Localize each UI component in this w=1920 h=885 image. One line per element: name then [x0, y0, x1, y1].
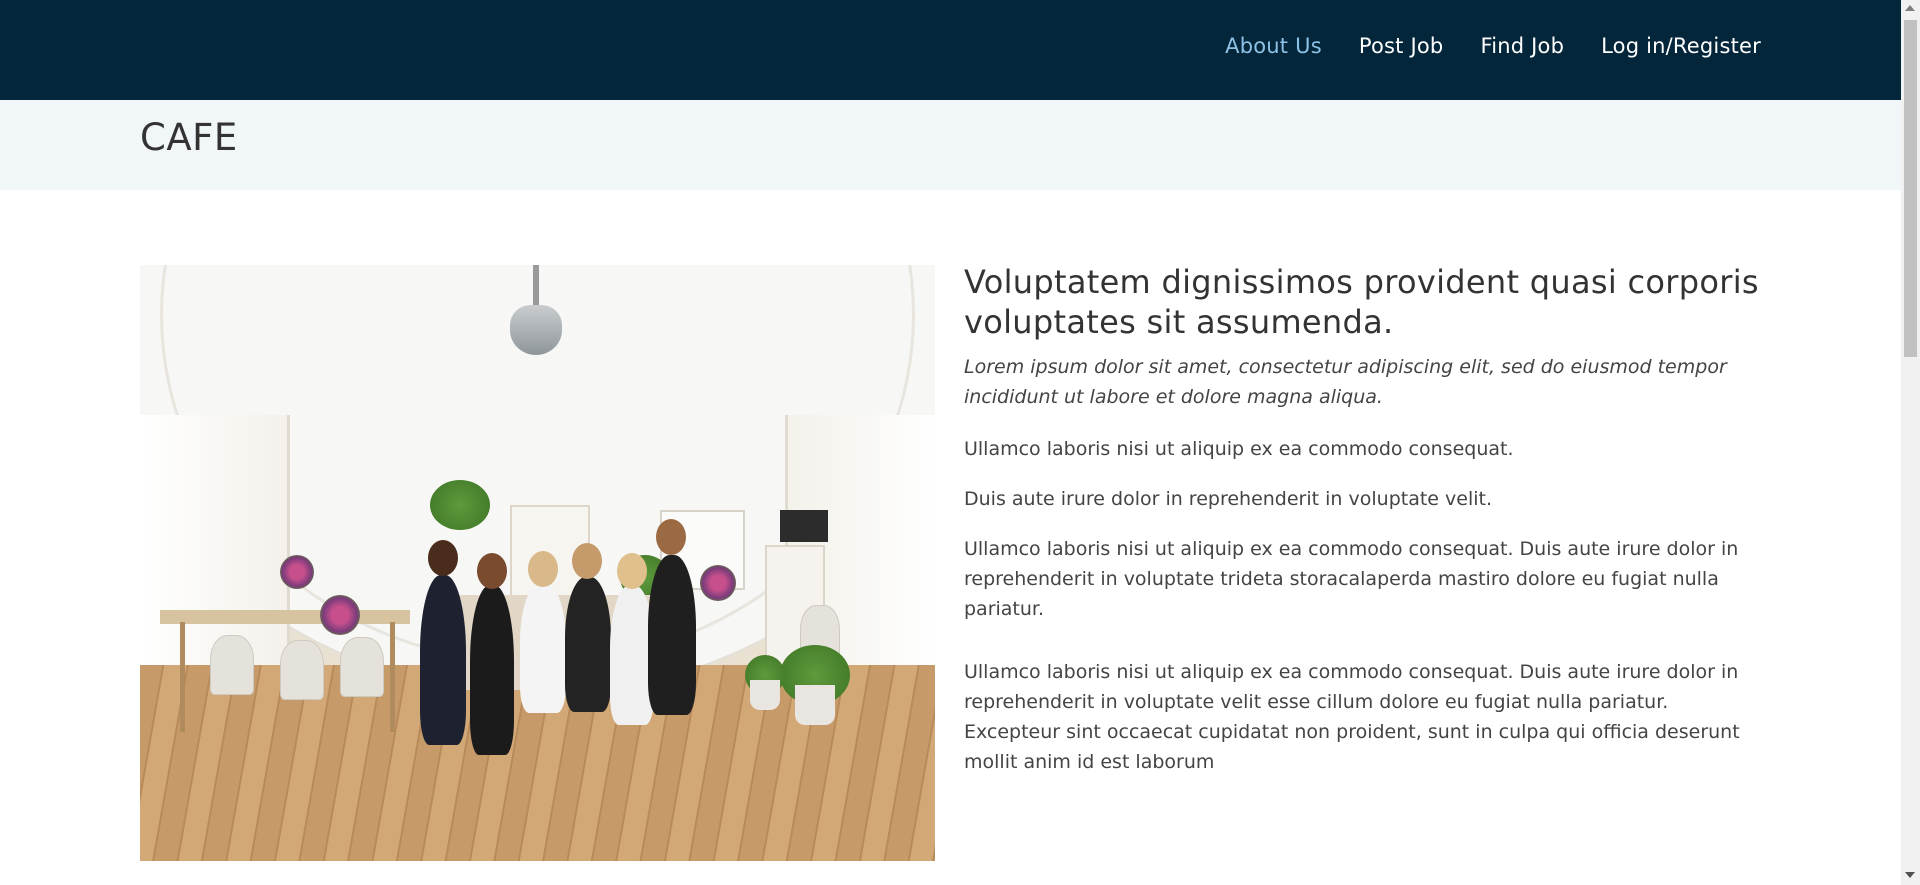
nav-find-job[interactable]: Find Job: [1480, 34, 1564, 58]
page-title: CAFE: [140, 116, 238, 159]
breadcrumbs-bar: CAFE: [0, 100, 1901, 190]
vertical-scrollbar[interactable]: [1901, 0, 1920, 885]
nav-login-register[interactable]: Log in/Register: [1601, 34, 1761, 58]
list-item: Duis aute irure dolor in reprehenderit i…: [964, 488, 1493, 510]
about-content: Voluptatem dignissimos provident quasi c…: [964, 262, 1764, 777]
nav-about-us[interactable]: About Us: [1225, 34, 1322, 58]
about-lead: Lorem ipsum dolor sit amet, consectetur …: [964, 356, 1727, 408]
page: About Us Post Job Find Job Log in/Regist…: [0, 0, 1901, 885]
scroll-up-arrow-icon[interactable]: [1905, 5, 1915, 11]
about-list: Ullamco laboris nisi ut aliquip ex ea co…: [964, 434, 1764, 624]
nav-post-job[interactable]: Post Job: [1359, 34, 1444, 58]
list-item: Ullamco laboris nisi ut aliquip ex ea co…: [964, 538, 1739, 620]
scrollbar-thumb[interactable]: [1904, 20, 1917, 357]
list-item: Ullamco laboris nisi ut aliquip ex ea co…: [964, 438, 1514, 460]
about-paragraph: Ullamco laboris nisi ut aliquip ex ea co…: [964, 661, 1740, 773]
about-image: [140, 265, 935, 861]
about-heading: Voluptatem dignissimos provident quasi c…: [964, 263, 1759, 341]
scroll-down-arrow-icon[interactable]: [1905, 872, 1915, 878]
site-header: About Us Post Job Find Job Log in/Regist…: [0, 0, 1901, 100]
main-nav: About Us Post Job Find Job Log in/Regist…: [1225, 34, 1761, 58]
